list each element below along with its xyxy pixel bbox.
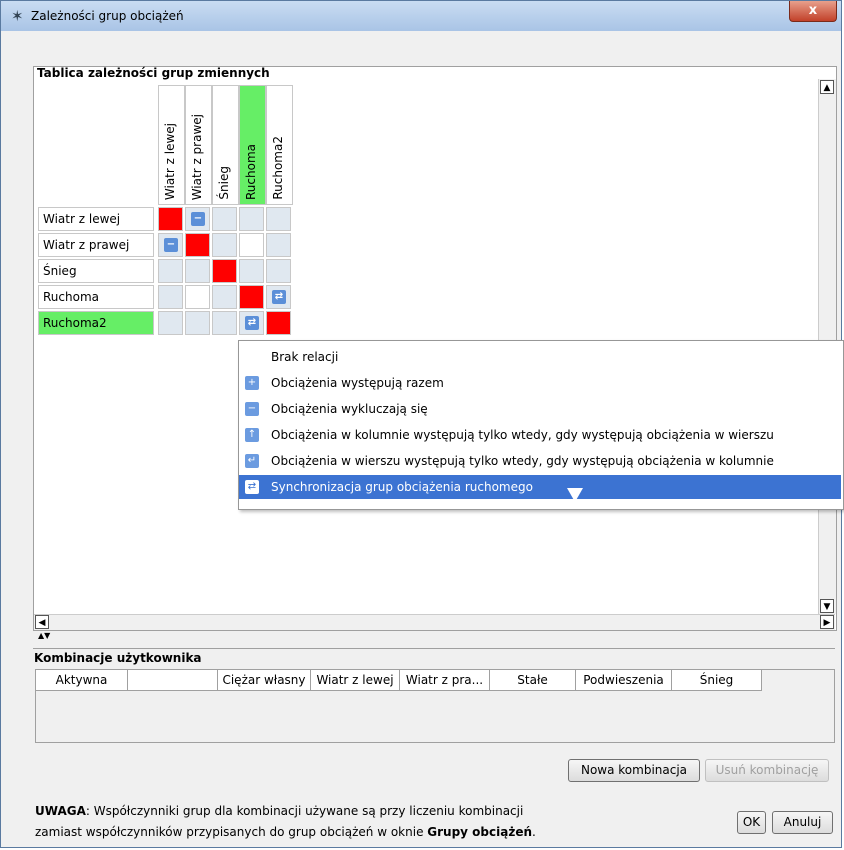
matrix-cell[interactable]	[239, 233, 264, 257]
matrix-cell[interactable]	[266, 259, 291, 283]
matrix-cell[interactable]	[239, 207, 264, 231]
column-header-ruchoma2[interactable]: Ruchoma2	[266, 85, 293, 205]
column-header-wiatr-z-lewej[interactable]: Wiatr z lewej	[158, 85, 185, 205]
column-label: Śnieg	[217, 166, 231, 200]
matrix-cell[interactable]	[158, 311, 183, 335]
menu-item-label: Obciążenia w kolumnie występują tylko wt…	[271, 428, 774, 442]
matrix-cell[interactable]	[212, 259, 237, 283]
sync-icon: ⇄	[245, 480, 259, 494]
matrix-cell[interactable]	[212, 207, 237, 231]
cancel-button[interactable]: Anuluj	[772, 811, 833, 834]
scroll-right-arrow-icon[interactable]: ▶	[820, 615, 834, 629]
menu-item-wiersz-kolumna[interactable]: ↵ Obciążenia w wierszu występują tylko w…	[239, 449, 841, 473]
ok-button[interactable]: OK	[737, 811, 766, 834]
row-header-snieg[interactable]: Śnieg	[38, 259, 154, 283]
minus-icon: −	[191, 212, 205, 226]
menu-item-wykluczaja-sie[interactable]: − Obciążenia wykluczają się	[239, 397, 841, 421]
note-text-2: zamiast współczynników przypisanych do g…	[35, 825, 428, 839]
dependency-table-title: Tablica zależności grup zmiennych	[37, 66, 270, 80]
minus-icon: −	[245, 402, 259, 416]
mouse-cursor-icon	[567, 488, 583, 502]
user-combinations-panel: Kombinacje użytkownika Aktywna Ciężar wł…	[33, 648, 835, 743]
column-label: Wiatr z prawej	[190, 113, 204, 200]
note-text: UWAGA: Współczynniki grup dla kombinacji…	[35, 801, 536, 843]
title-bar: ✶ Zależności grup obciążeń x	[1, 1, 841, 31]
matrix-cell[interactable]	[185, 259, 210, 283]
matrix-cell[interactable]: −	[185, 207, 210, 231]
sync-icon: ⇄	[272, 290, 286, 304]
combinations-table[interactable]: Aktywna Ciężar własny Wiatr z lewej Wiat…	[35, 669, 835, 743]
matrix-cell[interactable]	[239, 285, 264, 309]
context-menu: Brak relacji + Obciążenia występują raze…	[238, 340, 844, 510]
scroll-down-arrow-icon[interactable]: ▼	[820, 599, 834, 613]
new-combination-button[interactable]: Nowa kombinacja	[568, 759, 700, 782]
matrix-cell[interactable]: −	[158, 233, 183, 257]
arrow-up-icon: ↑	[245, 428, 259, 442]
matrix-cell[interactable]	[212, 311, 237, 335]
sync-icon: ⇄	[245, 316, 259, 330]
column-header-blank[interactable]	[128, 670, 218, 691]
arrow-left-icon: ↵	[245, 454, 259, 468]
plus-icon: +	[245, 376, 259, 390]
delete-combination-button[interactable]: Usuń kombinację	[705, 759, 829, 782]
menu-item-label: Brak relacji	[271, 350, 339, 364]
matrix-cell[interactable]	[239, 259, 264, 283]
matrix-cell[interactable]	[185, 285, 210, 309]
matrix-cell[interactable]	[185, 311, 210, 335]
matrix-cell[interactable]	[266, 207, 291, 231]
column-header-podwieszenia[interactable]: Podwieszenia	[576, 670, 672, 691]
splitter-arrows-icon[interactable]: ▲▼	[38, 632, 50, 640]
matrix-cell[interactable]	[158, 285, 183, 309]
scroll-up-arrow-icon[interactable]: ▲	[820, 80, 834, 94]
column-header-wiatr-z-prawej[interactable]: Wiatr z prawej	[185, 85, 212, 205]
menu-item-label: Obciążenia w wierszu występują tylko wte…	[271, 454, 774, 468]
column-header-wiatr-z-prawej[interactable]: Wiatr z pra...	[400, 670, 490, 691]
column-header-snieg[interactable]: Śnieg	[672, 670, 762, 691]
matrix-cell[interactable]	[185, 233, 210, 257]
matrix-cell[interactable]	[266, 233, 291, 257]
column-header-wiatr-z-lewej[interactable]: Wiatr z lewej	[311, 670, 400, 691]
column-header-stale[interactable]: Stałe	[490, 670, 576, 691]
note-text-end: .	[532, 825, 536, 839]
column-header-aktywna[interactable]: Aktywna	[36, 670, 128, 691]
user-combinations-title: Kombinacje użytkownika	[34, 651, 202, 665]
app-icon: ✶	[11, 7, 24, 25]
menu-item-label: Synchronizacja grup obciążenia ruchomego	[271, 480, 533, 494]
column-label: Wiatr z lewej	[163, 122, 177, 200]
menu-item-brak-relacji[interactable]: Brak relacji	[239, 345, 841, 369]
matrix-cell[interactable]	[212, 285, 237, 309]
scroll-left-arrow-icon[interactable]: ◀	[35, 615, 49, 629]
matrix-cell[interactable]	[158, 207, 183, 231]
menu-item-label: Obciążenia występują razem	[271, 376, 444, 390]
note-label: UWAGA	[35, 804, 86, 818]
window-title: Zależności grup obciążeń	[31, 9, 184, 23]
matrix-cell[interactable]: ⇄	[266, 285, 291, 309]
close-button[interactable]: x	[789, 1, 837, 22]
note-text-bold: Grupy obciążeń	[427, 825, 533, 839]
menu-item-kolumna-wiersz[interactable]: ↑ Obciążenia w kolumnie występują tylko …	[239, 423, 841, 447]
matrix-cell[interactable]	[158, 259, 183, 283]
column-header-ciezar-wlasny[interactable]: Ciężar własny	[218, 670, 311, 691]
column-label: Ruchoma2	[271, 136, 285, 200]
menu-item-wystepuja-razem[interactable]: + Obciążenia występują razem	[239, 371, 841, 395]
matrix-cell[interactable]: ⇄	[239, 311, 264, 335]
row-header-wiatr-z-prawej[interactable]: Wiatr z prawej	[38, 233, 154, 257]
column-header-snieg[interactable]: Śnieg	[212, 85, 239, 205]
column-label: Ruchoma	[244, 144, 258, 200]
minus-icon: −	[164, 238, 178, 252]
row-header-wiatr-z-lewej[interactable]: Wiatr z lewej	[38, 207, 154, 231]
matrix-cell[interactable]	[212, 233, 237, 257]
row-header-ruchoma2[interactable]: Ruchoma2	[38, 311, 154, 335]
horizontal-scrollbar[interactable]: ◀ ▶	[34, 614, 835, 630]
matrix-cell[interactable]	[266, 311, 291, 335]
row-header-ruchoma[interactable]: Ruchoma	[38, 285, 154, 309]
column-header-ruchoma[interactable]: Ruchoma	[239, 85, 266, 205]
menu-item-synchronizacja[interactable]: ⇄ Synchronizacja grup obciążenia ruchome…	[239, 475, 841, 499]
note-text-1: : Współczynniki grup dla kombinacji używ…	[85, 804, 524, 818]
menu-item-label: Obciążenia wykluczają się	[271, 402, 428, 416]
